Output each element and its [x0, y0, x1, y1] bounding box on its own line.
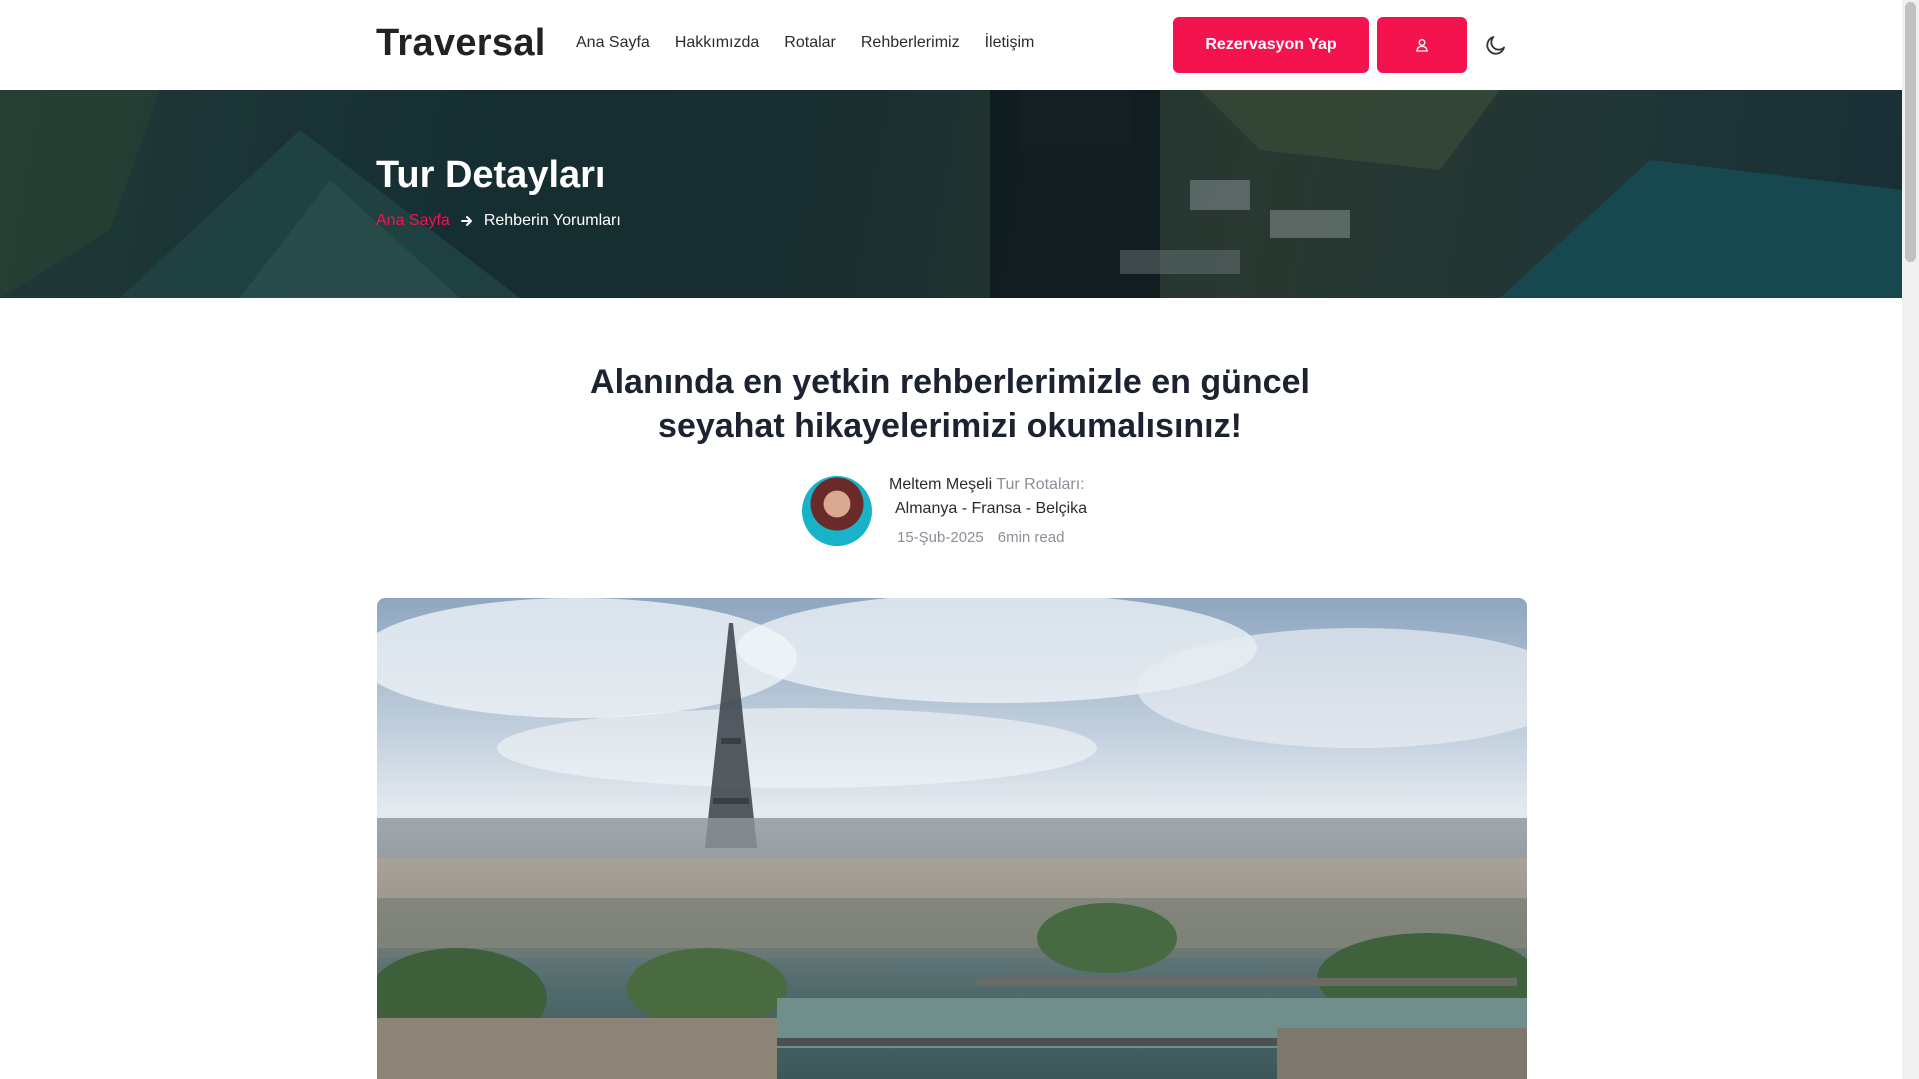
author-avatar [802, 476, 872, 546]
main-nav: Ana Sayfa Hakkımızda Rotalar Rehberlerim… [576, 34, 1059, 52]
page-scrollbar[interactable] [1902, 0, 1919, 1079]
user-button[interactable] [1377, 17, 1467, 73]
breadcrumb: Ana Sayfa Rehberin Yorumları [376, 212, 621, 230]
paris-cityscape-image [377, 598, 1527, 1079]
tour-route: Almanya - Fransa - Belçika [895, 500, 1088, 517]
hero-overlay [0, 90, 1902, 298]
article-title: Alanında en yetkin rehberlerimizle en gü… [560, 360, 1340, 448]
moon-icon[interactable] [1484, 33, 1508, 57]
article-main-image [377, 598, 1527, 1079]
arrow-right-icon [460, 216, 472, 226]
site-header: Traversal Ana Sayfa Hakkımızda Rotalar R… [0, 0, 1902, 90]
article-title-line-2: seyahat hikayelerimizi okumalısınız! [658, 407, 1242, 445]
article-title-line-1: Alanında en yetkin rehberlerimizle en gü… [590, 363, 1310, 401]
author-name[interactable]: Meltem Meşeli [889, 476, 992, 493]
user-icon [1416, 39, 1428, 52]
breadcrumb-current: Rehberin Yorumları [483, 212, 621, 229]
read-time: 6min read [997, 529, 1065, 546]
nav-item-about[interactable]: Hakkımızda [675, 34, 759, 52]
page-title: Tur Detayları [376, 154, 606, 196]
article-meta: 15-Şub-2025 6min read [897, 529, 1064, 546]
reservation-button[interactable]: Rezervasyon Yap [1173, 17, 1369, 73]
nav-item-routes[interactable]: Rotalar [784, 34, 836, 52]
route-label: Tur Rotaları: [996, 476, 1085, 493]
nav-item-guides[interactable]: Rehberlerimiz [861, 34, 960, 52]
scrollbar-thumb[interactable] [1905, 2, 1916, 262]
nav-item-contact[interactable]: İletişim [985, 34, 1035, 52]
breadcrumb-home-link[interactable]: Ana Sayfa [376, 212, 450, 230]
hero-banner: Tur Detayları Ana Sayfa Rehberin Yorumla… [0, 90, 1902, 298]
article-date: 15-Şub-2025 [897, 529, 984, 546]
nav-item-home[interactable]: Ana Sayfa [576, 34, 650, 52]
author-line: Meltem Meşeli Tur Rotaları: [889, 476, 1085, 494]
site-logo[interactable]: Traversal [376, 22, 546, 65]
